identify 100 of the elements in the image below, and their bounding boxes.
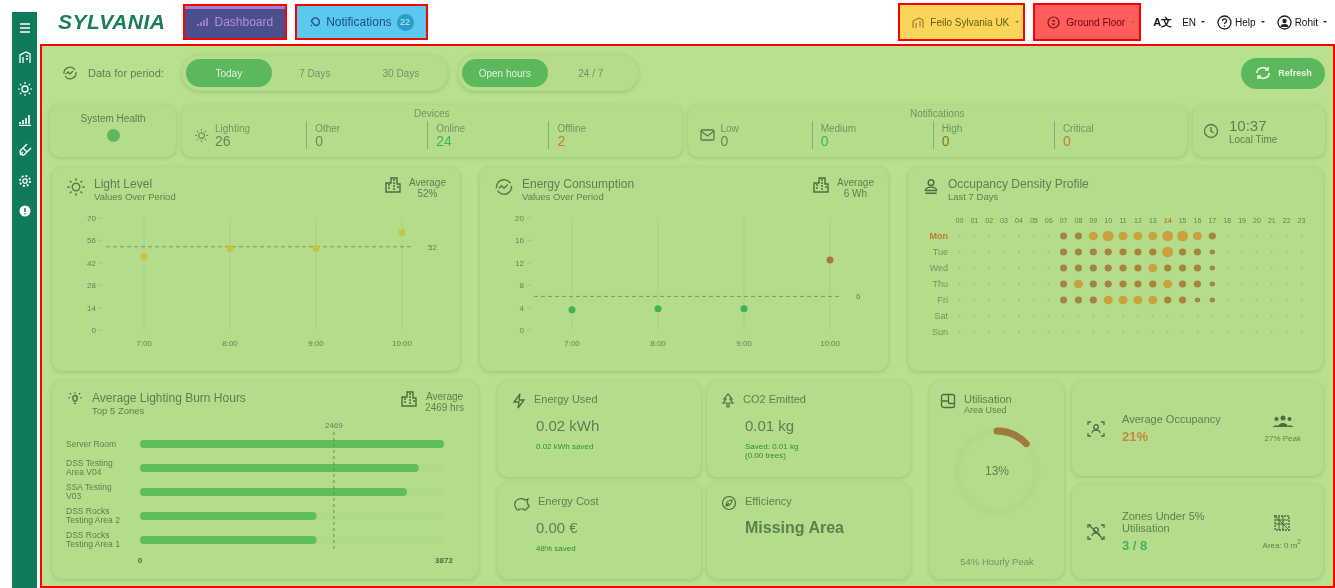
stat-value: 0	[1062, 133, 1072, 148]
day-label: Wed	[928, 263, 949, 273]
day-label: Tue	[931, 247, 949, 257]
average-label: Average	[426, 391, 464, 402]
translate-icon[interactable]: A文	[1153, 14, 1173, 30]
group-title: Devices	[413, 108, 450, 119]
day-label: Fri	[936, 295, 949, 305]
user-avatar-icon	[1276, 14, 1292, 30]
caret-icon	[1015, 21, 1020, 23]
card-subtitle: Values Over Period	[522, 191, 605, 202]
axis-label: 28	[87, 281, 96, 291]
data-point	[654, 305, 662, 313]
lightbulb-icon	[194, 127, 209, 143]
zone-label: SSA Testing V03	[66, 481, 113, 503]
help-dropdown[interactable]: Help	[1215, 14, 1267, 30]
hours-option[interactable]: 24 / 7	[547, 59, 634, 87]
logo[interactable]: SYLVANIA	[58, 10, 166, 34]
refresh-button[interactable]: Refresh	[1241, 57, 1325, 89]
card-title: Energy Used	[534, 393, 598, 405]
bar-chart-icon[interactable]	[17, 114, 32, 126]
people-group-icon	[1271, 414, 1294, 428]
person-scan-icon	[1086, 418, 1106, 439]
metric-note: Saved: 0.01 kg	[745, 442, 800, 451]
average-value: 6 Wh	[843, 188, 868, 199]
caret-icon	[1260, 21, 1265, 23]
axis-label: 0	[137, 556, 143, 565]
average-marker: 52	[428, 242, 437, 252]
floor-plan-icon	[940, 393, 956, 409]
stat-value: 26	[215, 133, 231, 148]
period-option[interactable]: 7 Days	[271, 59, 358, 87]
card-title: Occupancy Density Profile	[948, 177, 1089, 191]
buildings-icon	[401, 391, 418, 407]
data-point	[140, 252, 148, 260]
axis-label: 10:00	[392, 339, 412, 348]
axis-label: 8:00	[222, 339, 238, 348]
settings-icon[interactable]	[17, 174, 32, 188]
language-dropdown[interactable]: EN	[1180, 16, 1208, 28]
average-value: 52%	[417, 188, 438, 199]
data-point	[398, 228, 406, 236]
person-scan-off-icon	[1086, 521, 1106, 542]
stat-value: 0	[941, 133, 950, 148]
stat-label: Offline	[557, 122, 587, 134]
floor-dropdown[interactable]: Ground Floor	[1033, 3, 1142, 41]
nav-tab[interactable]: Dashboard	[183, 4, 288, 40]
stat-label: Other	[315, 122, 341, 134]
axis-label: 7:00	[564, 339, 580, 348]
axis-label: 9:00	[308, 339, 324, 348]
menu-icon[interactable]	[18, 23, 31, 33]
average-value: 2469 hrs	[425, 402, 464, 413]
plug-icon[interactable]	[17, 143, 32, 157]
sun-icon	[66, 177, 86, 197]
metric-value: 0.00 €	[536, 519, 579, 536]
day-label: Sat	[933, 311, 949, 321]
clock-icon	[1203, 123, 1219, 139]
period-option[interactable]: Today	[185, 59, 272, 87]
leaf-icon	[721, 495, 737, 511]
stat-value: 0	[720, 133, 730, 148]
stat-label: Lighting	[215, 122, 251, 134]
buildings-icon	[384, 177, 401, 193]
data-point	[826, 256, 834, 264]
card-title: Efficiency	[745, 495, 792, 507]
card-subtitle: Values Over Period	[94, 191, 176, 202]
axis-label: 10:00	[820, 339, 840, 348]
metric-value: 0.01 kg	[745, 417, 796, 434]
stat-label: Low	[720, 122, 739, 134]
card-title: CO2 Emitted	[743, 393, 806, 405]
stat-label: Local Time	[1229, 134, 1278, 145]
card-title: Energy Consumption	[522, 177, 635, 191]
lightbulb-icon[interactable]	[16, 81, 33, 97]
buildings-icon	[812, 177, 829, 193]
card-title: Zones Under 5% Utilisation	[1122, 510, 1206, 534]
site-dropdown[interactable]: Feilo Sylvania UK	[898, 3, 1026, 41]
tree-icon	[721, 393, 735, 409]
metric-note: 27% Peak	[1264, 434, 1301, 443]
hourly-peak-text: 54% Hourly Peak	[960, 556, 1034, 567]
axis-label: 3872	[435, 556, 453, 565]
nav-tab[interactable]: Notifications 22	[295, 4, 428, 40]
stat-label: Critical	[1062, 122, 1094, 134]
hours-option[interactable]: Open hours	[461, 59, 548, 87]
stat-label: Medium	[820, 122, 857, 134]
zone-label: DSS Rocks Testing Area 1	[66, 529, 121, 551]
zone-label: DSS Rocks Testing Area 2	[66, 505, 121, 527]
metric-note: Area: 0 m$^{2}$	[1262, 537, 1301, 550]
axis-label: 14	[87, 303, 96, 313]
axis-label: 8:00	[650, 339, 666, 348]
caret-icon	[1131, 21, 1136, 23]
card-title: Average Occupancy	[1122, 413, 1222, 425]
grid-off-icon	[1272, 513, 1291, 532]
alert-icon[interactable]	[18, 205, 31, 217]
card-title: Light Level	[94, 177, 154, 191]
building-icon[interactable]	[17, 50, 32, 64]
axis-label: 0	[519, 326, 524, 335]
help-icon	[1217, 14, 1233, 30]
metric-note: 48% saved	[536, 544, 577, 553]
period-option[interactable]: 30 Days	[357, 59, 444, 87]
user-dropdown[interactable]: Rohit	[1274, 14, 1329, 30]
average-marker: 2469	[324, 421, 343, 430]
axis-label: 70	[87, 214, 96, 223]
metric-note: (0.00 trees)	[745, 451, 787, 460]
day-label: Thu	[931, 279, 949, 289]
